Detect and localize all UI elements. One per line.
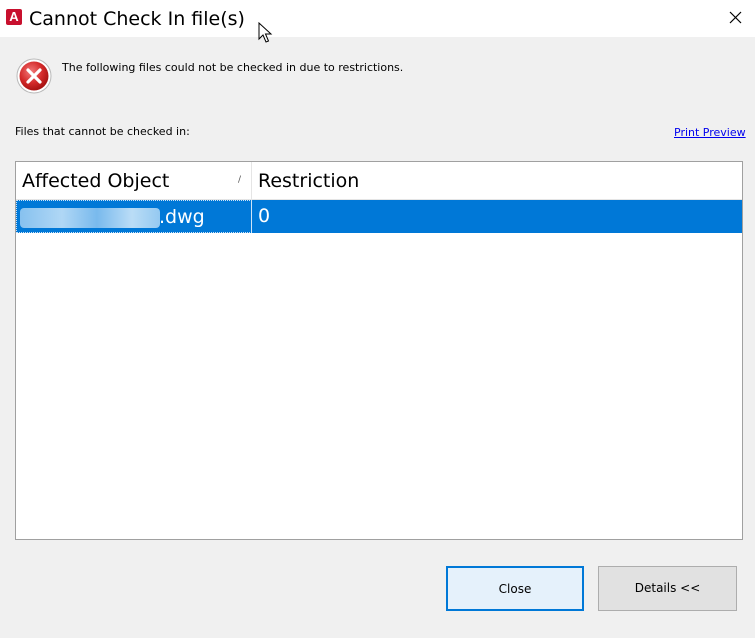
cell-restriction: 0: [258, 205, 271, 227]
error-message: The following files could not be checked…: [62, 61, 404, 74]
close-icon[interactable]: [724, 6, 748, 30]
column-header-restriction[interactable]: Restriction: [252, 162, 742, 199]
column-header-affected-object[interactable]: Affected Object /: [16, 162, 252, 199]
affected-files-grid[interactable]: Affected Object / Restriction .dwg 0: [15, 161, 743, 540]
column-label: Restriction: [258, 170, 360, 192]
sort-indicator-icon: /: [238, 175, 242, 185]
cell-affected-object: .dwg: [16, 200, 252, 233]
redacted-filename: [20, 208, 160, 228]
title-bar: A Cannot Check In file(s): [0, 0, 755, 37]
grid-header: Affected Object / Restriction: [16, 162, 742, 200]
file-extension-text: dwg: [165, 206, 205, 228]
dialog-window: A Cannot Check In file(s) The following …: [0, 0, 755, 638]
column-label: Affected Object: [22, 170, 170, 192]
window-title: Cannot Check In file(s): [29, 8, 245, 30]
file-extension: .dwg: [159, 206, 205, 228]
mouse-pointer-icon: [258, 21, 274, 44]
autocad-app-icon: A: [6, 9, 22, 25]
print-preview-link[interactable]: Print Preview: [674, 126, 746, 140]
close-button[interactable]: Close: [446, 566, 584, 611]
files-list-label: Files that cannot be checked in:: [15, 125, 190, 138]
details-button[interactable]: Details <<: [598, 566, 737, 611]
table-row[interactable]: .dwg 0: [16, 200, 742, 233]
error-x-icon: [15, 57, 53, 95]
